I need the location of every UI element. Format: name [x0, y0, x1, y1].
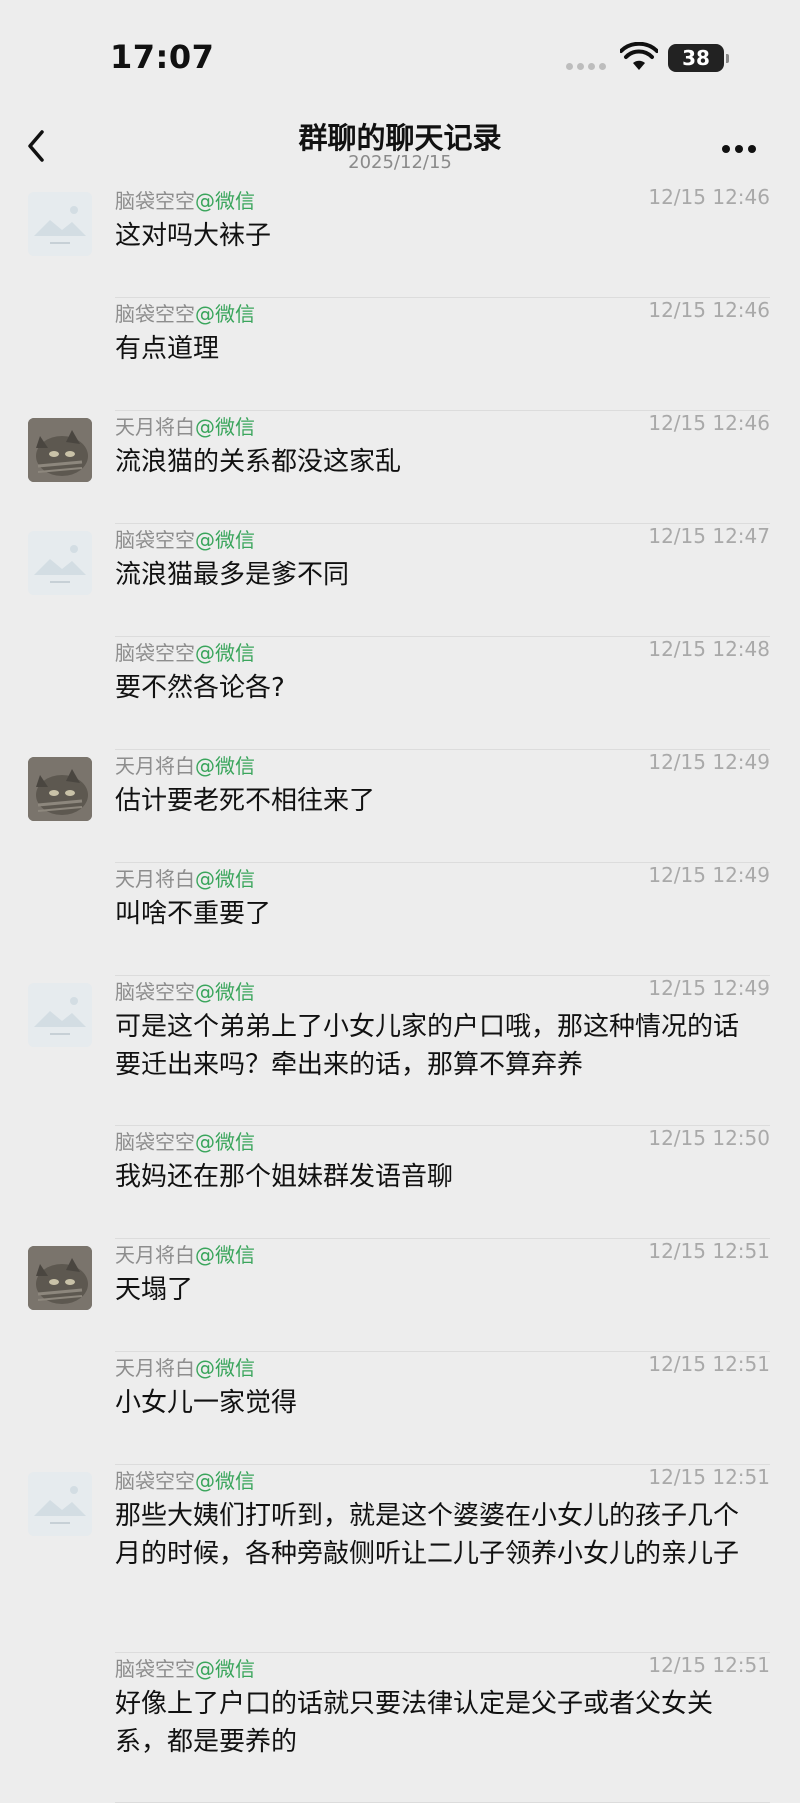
sender-name: 天月将白@微信 — [115, 1352, 255, 1381]
message-item[interactable]: 脑袋空空@微信 12/15 12:51 好像上了户口的话就只要法律认定是父子或者父女… — [0, 1653, 800, 1803]
sender-nickname: 脑袋空空 — [115, 1130, 195, 1154]
message-time: 12/15 12:50 — [648, 1126, 770, 1150]
message-text: 天塌了 — [115, 1275, 194, 1305]
message-item[interactable]: 天月将白@微信 12/15 12:49 叫啥不重要了 — [0, 863, 800, 976]
message-time: 12/15 12:46 — [648, 298, 770, 322]
sender-source: @微信 — [195, 189, 255, 213]
sender-name: 脑袋空空@微信 — [115, 637, 255, 666]
message-text: 估计要老死不相往来了 — [115, 786, 376, 816]
sender-nickname: 天月将白 — [115, 754, 195, 778]
sender-nickname: 脑袋空空 — [115, 980, 195, 1004]
sender-nickname: 天月将白 — [115, 1243, 195, 1267]
avatar[interactable] — [28, 1246, 92, 1310]
avatar[interactable] — [28, 757, 92, 821]
sender-name: 天月将白@微信 — [115, 863, 255, 892]
message-time: 12/15 12:49 — [648, 863, 770, 887]
message-item[interactable]: 脑袋空空@微信 12/15 12:47 流浪猫最多是爹不同 — [0, 524, 800, 637]
message-text: 小女儿一家觉得 — [115, 1388, 298, 1418]
status-time: 17:07 — [110, 38, 215, 76]
message-time: 12/15 12:51 — [648, 1465, 770, 1489]
sender-name: 脑袋空空@微信 — [115, 298, 255, 327]
message-time: 12/15 12:46 — [648, 411, 770, 435]
page-title: 群聊的聊天记录 — [298, 121, 502, 155]
sender-source: @微信 — [195, 415, 255, 439]
sender-name: 脑袋空空@微信 — [115, 1465, 255, 1494]
avatar[interactable] — [28, 983, 92, 1047]
sender-source: @微信 — [195, 867, 255, 891]
message-text: 我妈还在那个姐妹群发语音聊 — [115, 1162, 454, 1192]
message-item[interactable]: 天月将白@微信 12/15 12:46 流浪猫的关系都没这家乱 — [0, 411, 800, 524]
message-item[interactable]: 脑袋空空@微信 12/15 12:49 可是这个弟弟上了小女儿家的户口哦，那这种情况… — [0, 976, 800, 1126]
message-text: 这对吗大袜子 — [115, 221, 272, 251]
battery-icon: 38 — [668, 44, 729, 72]
sender-source: @微信 — [195, 302, 255, 326]
sender-nickname: 天月将白 — [115, 415, 195, 439]
nav-bar: 群聊的聊天记录 2025/12/15 — [0, 110, 800, 185]
message-text: 要不然各论各? — [115, 673, 285, 703]
message-time: 12/15 12:49 — [648, 976, 770, 1000]
sender-source: @微信 — [195, 1130, 255, 1154]
sender-source: @微信 — [195, 528, 255, 552]
sender-nickname: 脑袋空空 — [115, 641, 195, 665]
message-time: 12/15 12:48 — [648, 637, 770, 661]
sender-source: @微信 — [195, 641, 255, 665]
sender-source: @微信 — [195, 1657, 255, 1681]
sender-source: @微信 — [195, 1356, 255, 1380]
sender-name: 天月将白@微信 — [115, 750, 255, 779]
message-text: 流浪猫的关系都没这家乱 — [115, 447, 402, 477]
avatar[interactable] — [28, 531, 92, 595]
avatar[interactable] — [28, 192, 92, 256]
avatar[interactable] — [28, 418, 92, 482]
sender-nickname: 天月将白 — [115, 867, 195, 891]
wifi-icon — [620, 42, 658, 70]
message-text: 流浪猫最多是爹不同 — [115, 560, 350, 590]
status-bar: 17:07 38 — [0, 0, 800, 110]
message-text: 可是这个弟弟上了小女儿家的户口哦，那这种情况的话要迁出来吗？牵出来的话，那算不算… — [115, 1012, 740, 1080]
sender-name: 天月将白@微信 — [115, 1239, 255, 1268]
sender-source: @微信 — [195, 1469, 255, 1493]
sender-nickname: 脑袋空空 — [115, 302, 195, 326]
sender-nickname: 脑袋空空 — [115, 1469, 195, 1493]
message-text: 好像上了户口的话就只要法律认定是父子或者父女关系，都是要养的 — [115, 1689, 714, 1757]
message-time: 12/15 12:46 — [648, 185, 770, 209]
sender-name: 脑袋空空@微信 — [115, 1126, 255, 1155]
message-item[interactable]: 脑袋空空@微信 12/15 12:50 我妈还在那个姐妹群发语音聊 — [0, 1126, 800, 1239]
sender-source: @微信 — [195, 980, 255, 1004]
avatar[interactable] — [28, 1472, 92, 1536]
message-item[interactable]: 脑袋空空@微信 12/15 12:48 要不然各论各? — [0, 637, 800, 750]
sender-name: 脑袋空空@微信 — [115, 185, 255, 214]
message-item[interactable]: 脑袋空空@微信 12/15 12:46 有点道理 — [0, 298, 800, 411]
message-time: 12/15 12:51 — [648, 1352, 770, 1376]
message-text: 叫啥不重要了 — [115, 899, 272, 929]
message-item[interactable]: 脑袋空空@微信 12/15 12:51 那些大姨们打听到，就是这个婆婆在小女儿的孩子… — [0, 1465, 800, 1653]
sender-nickname: 脑袋空空 — [115, 1657, 195, 1681]
sender-name: 脑袋空空@微信 — [115, 1653, 255, 1682]
message-text: 有点道理 — [115, 334, 220, 364]
sender-nickname: 脑袋空空 — [115, 528, 195, 552]
message-text: 那些大姨们打听到，就是这个婆婆在小女儿的孩子几个月的时候，各种旁敲侧听让二儿子领… — [115, 1501, 740, 1569]
message-item[interactable]: 天月将白@微信 12/15 12:51 天塌了 — [0, 1239, 800, 1352]
message-item[interactable]: 脑袋空空@微信 12/15 12:46 这对吗大袜子 — [0, 185, 800, 298]
more-options-icon[interactable] — [722, 138, 762, 153]
sender-name: 天月将白@微信 — [115, 411, 255, 440]
sender-source: @微信 — [195, 754, 255, 778]
page-date: 2025/12/15 — [348, 152, 452, 173]
sender-name: 脑袋空空@微信 — [115, 976, 255, 1005]
signal-icon — [566, 55, 610, 74]
message-time: 12/15 12:49 — [648, 750, 770, 774]
sender-nickname: 脑袋空空 — [115, 189, 195, 213]
message-item[interactable]: 天月将白@微信 12/15 12:51 小女儿一家觉得 — [0, 1352, 800, 1465]
message-time: 12/15 12:47 — [648, 524, 770, 548]
message-time: 12/15 12:51 — [648, 1653, 770, 1677]
message-item[interactable]: 天月将白@微信 12/15 12:49 估计要老死不相往来了 — [0, 750, 800, 863]
sender-name: 脑袋空空@微信 — [115, 524, 255, 553]
sender-source: @微信 — [195, 1243, 255, 1267]
sender-nickname: 天月将白 — [115, 1356, 195, 1380]
message-time: 12/15 12:51 — [648, 1239, 770, 1263]
